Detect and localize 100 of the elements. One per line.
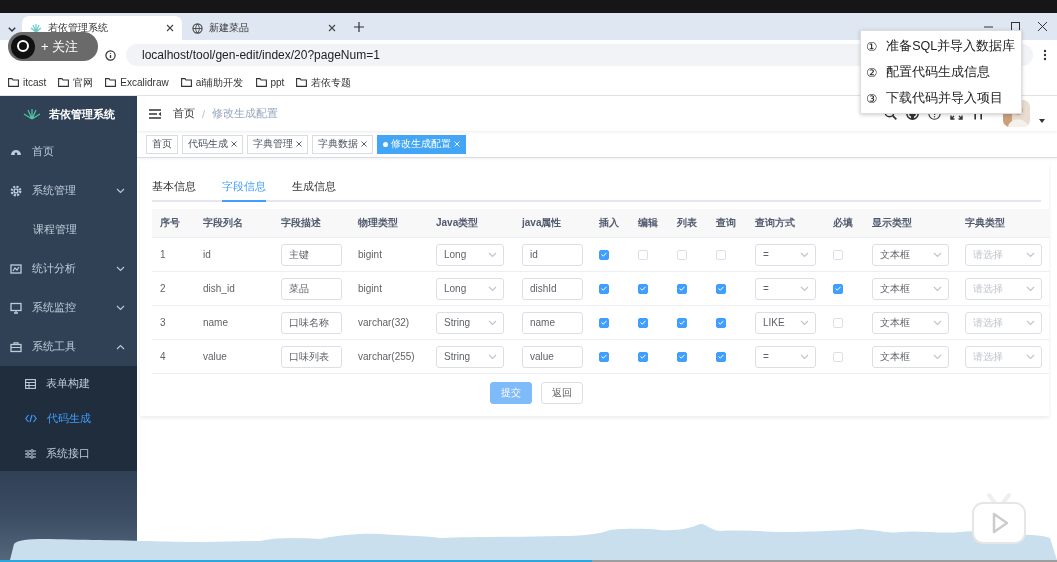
chevron-icon [1026, 353, 1035, 360]
chevron-icon [933, 285, 942, 292]
dropdown[interactable]: = [755, 243, 816, 266]
dropdown[interactable]: 文本框 [872, 277, 949, 300]
folder-icon [8, 78, 19, 87]
text-field[interactable]: name [522, 311, 583, 334]
step-text: 下载代码并导入项目 [886, 89, 1004, 107]
step-number: ③ [866, 90, 878, 106]
checkbox[interactable] [638, 283, 648, 294]
text-field[interactable]: 口味名称 [281, 311, 342, 334]
column-header: 字段描述 [273, 209, 350, 238]
view-tag[interactable]: 代码生成 [182, 134, 243, 154]
checkbox[interactable] [599, 283, 609, 294]
menu-item[interactable]: 课程管理 [0, 210, 137, 249]
dropdown[interactable]: 文本框 [872, 345, 949, 368]
bookmark[interactable]: 若依专题 [296, 75, 352, 90]
checkbox[interactable] [716, 351, 726, 362]
checkbox[interactable] [677, 351, 687, 362]
dropdown[interactable]: Long [436, 243, 504, 266]
folder-icon [58, 78, 70, 87]
checkbox[interactable] [638, 351, 648, 362]
checkbox[interactable] [599, 249, 609, 260]
menu-item[interactable]: 统计分析 [0, 249, 137, 288]
column-header: 查询方式 [747, 209, 825, 238]
checkbox[interactable] [677, 317, 687, 328]
table-cell: bigint [350, 272, 428, 306]
table-cell: value [195, 340, 273, 374]
chevron-icon [488, 319, 497, 326]
dropdown[interactable]: Long [436, 277, 504, 300]
dropdown[interactable]: 文本框 [872, 243, 949, 266]
menu-item[interactable]: 系统工具 [0, 327, 137, 366]
breadcrumb-current: 修改生成配置 [212, 106, 279, 121]
text-field[interactable]: 主键 [281, 243, 342, 266]
text-field[interactable]: id [522, 243, 583, 266]
bookmark[interactable]: Excalidraw [105, 77, 169, 88]
column-header: 字段列名 [195, 209, 273, 238]
caret-icon[interactable] [1039, 118, 1045, 123]
submenu-item[interactable]: 系统接口 [0, 436, 137, 471]
chevron-icon [800, 251, 809, 258]
dropdown[interactable]: = [755, 345, 816, 368]
bookmark[interactable]: itcast [8, 77, 47, 88]
menu-item[interactable]: 首页 [0, 132, 137, 171]
text-field[interactable]: dishId [522, 277, 583, 300]
submenu-item[interactable]: 表单构建 [0, 366, 137, 401]
menu-item[interactable]: 系统管理 [0, 171, 137, 210]
step-text: 配置代码生成信息 [886, 63, 991, 81]
checkbox[interactable] [833, 283, 843, 294]
checkbox[interactable] [677, 283, 687, 294]
view-tag[interactable]: 首页 [146, 134, 178, 154]
chevron-icon [116, 343, 125, 350]
checkbox[interactable] [716, 283, 726, 294]
folder-icon [180, 78, 192, 87]
folder-icon [296, 78, 308, 87]
menu-item[interactable]: 系统监控 [0, 288, 137, 327]
menu-dots-icon[interactable] [1043, 49, 1047, 61]
chevron-icon [488, 251, 497, 258]
checkbox[interactable] [638, 317, 648, 328]
dropdown[interactable]: 文本框 [872, 311, 949, 334]
bookmark[interactable]: ppt [255, 77, 285, 88]
close-icon[interactable] [166, 24, 174, 32]
checkbox[interactable] [599, 351, 609, 362]
submenu-item[interactable]: 代码生成 [0, 401, 137, 436]
maximize-icon[interactable] [1011, 22, 1020, 31]
view-tag[interactable]: 字典管理 [247, 134, 308, 154]
chevron-icon [933, 319, 942, 326]
browser-tab[interactable]: 新建菜品 [184, 16, 344, 40]
checkbox[interactable] [599, 317, 609, 328]
close-icon[interactable] [361, 141, 367, 147]
dropdown[interactable]: String [436, 345, 504, 368]
tv-icon[interactable] [971, 491, 1027, 545]
bookmark[interactable]: ai辅助开发 [180, 75, 244, 90]
tab-list-icon[interactable] [8, 26, 16, 32]
dropdown[interactable]: String [436, 311, 504, 334]
view-tag[interactable]: 字典数据 [312, 134, 373, 154]
sliders-icon [25, 448, 36, 459]
chevron-icon [1026, 285, 1035, 292]
close-icon[interactable] [1038, 22, 1047, 31]
bookmark[interactable]: 官网 [58, 75, 94, 90]
column-header: 查询 [708, 209, 747, 238]
close-icon[interactable] [328, 24, 336, 32]
breadcrumb-link[interactable]: 首页 [173, 106, 195, 121]
tab[interactable]: 生成信息 [292, 175, 336, 202]
text-field[interactable]: 口味列表 [281, 345, 342, 368]
info-icon[interactable] [105, 49, 116, 61]
tab[interactable]: 基本信息 [152, 175, 196, 202]
checkbox[interactable] [716, 317, 726, 328]
text-field[interactable]: 菜品 [281, 277, 342, 300]
dropdown[interactable]: LIKE [755, 311, 816, 334]
text-field[interactable]: value [522, 345, 583, 368]
follow-button[interactable]: + 关注 [8, 32, 98, 61]
table-cell: dish_id [195, 272, 273, 306]
folder-icon [105, 78, 117, 87]
dropdown[interactable]: = [755, 277, 816, 300]
close-icon[interactable] [296, 141, 302, 147]
chevron-icon [1026, 251, 1035, 258]
menu-fold-icon[interactable] [149, 108, 161, 119]
close-icon[interactable] [231, 141, 237, 147]
back-button[interactable]: 返回 [541, 382, 583, 404]
chevron-icon [1026, 319, 1035, 326]
chevron-icon [933, 251, 942, 258]
